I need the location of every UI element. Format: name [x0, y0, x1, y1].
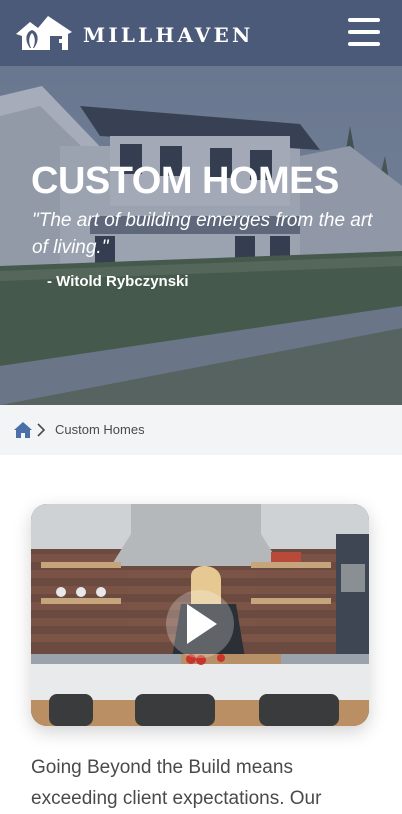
- breadcrumb-current: Custom Homes: [55, 422, 145, 437]
- home-icon[interactable]: [14, 422, 32, 438]
- hamburger-menu-icon[interactable]: [348, 18, 380, 46]
- house-logo-icon[interactable]: [14, 12, 76, 54]
- video-thumbnail: [31, 504, 369, 726]
- brand-name[interactable]: MILLHAVEN: [83, 22, 253, 48]
- hero-banner: CUSTOM HOMES "The art of building emerge…: [0, 66, 402, 405]
- video-player[interactable]: [31, 504, 369, 726]
- play-icon[interactable]: [166, 590, 234, 658]
- breadcrumb: Custom Homes: [0, 405, 402, 455]
- intro-paragraph: Going Beyond the Build means exceeding c…: [31, 757, 322, 809]
- chevron-right-icon: [37, 423, 45, 437]
- hero-quote: "The art of building emerges from the ar…: [32, 210, 373, 258]
- quote-author: - Witold Rybczynski: [47, 273, 189, 290]
- site-header: MILLHAVEN: [0, 0, 402, 66]
- page-title: CUSTOM HOMES: [31, 160, 339, 202]
